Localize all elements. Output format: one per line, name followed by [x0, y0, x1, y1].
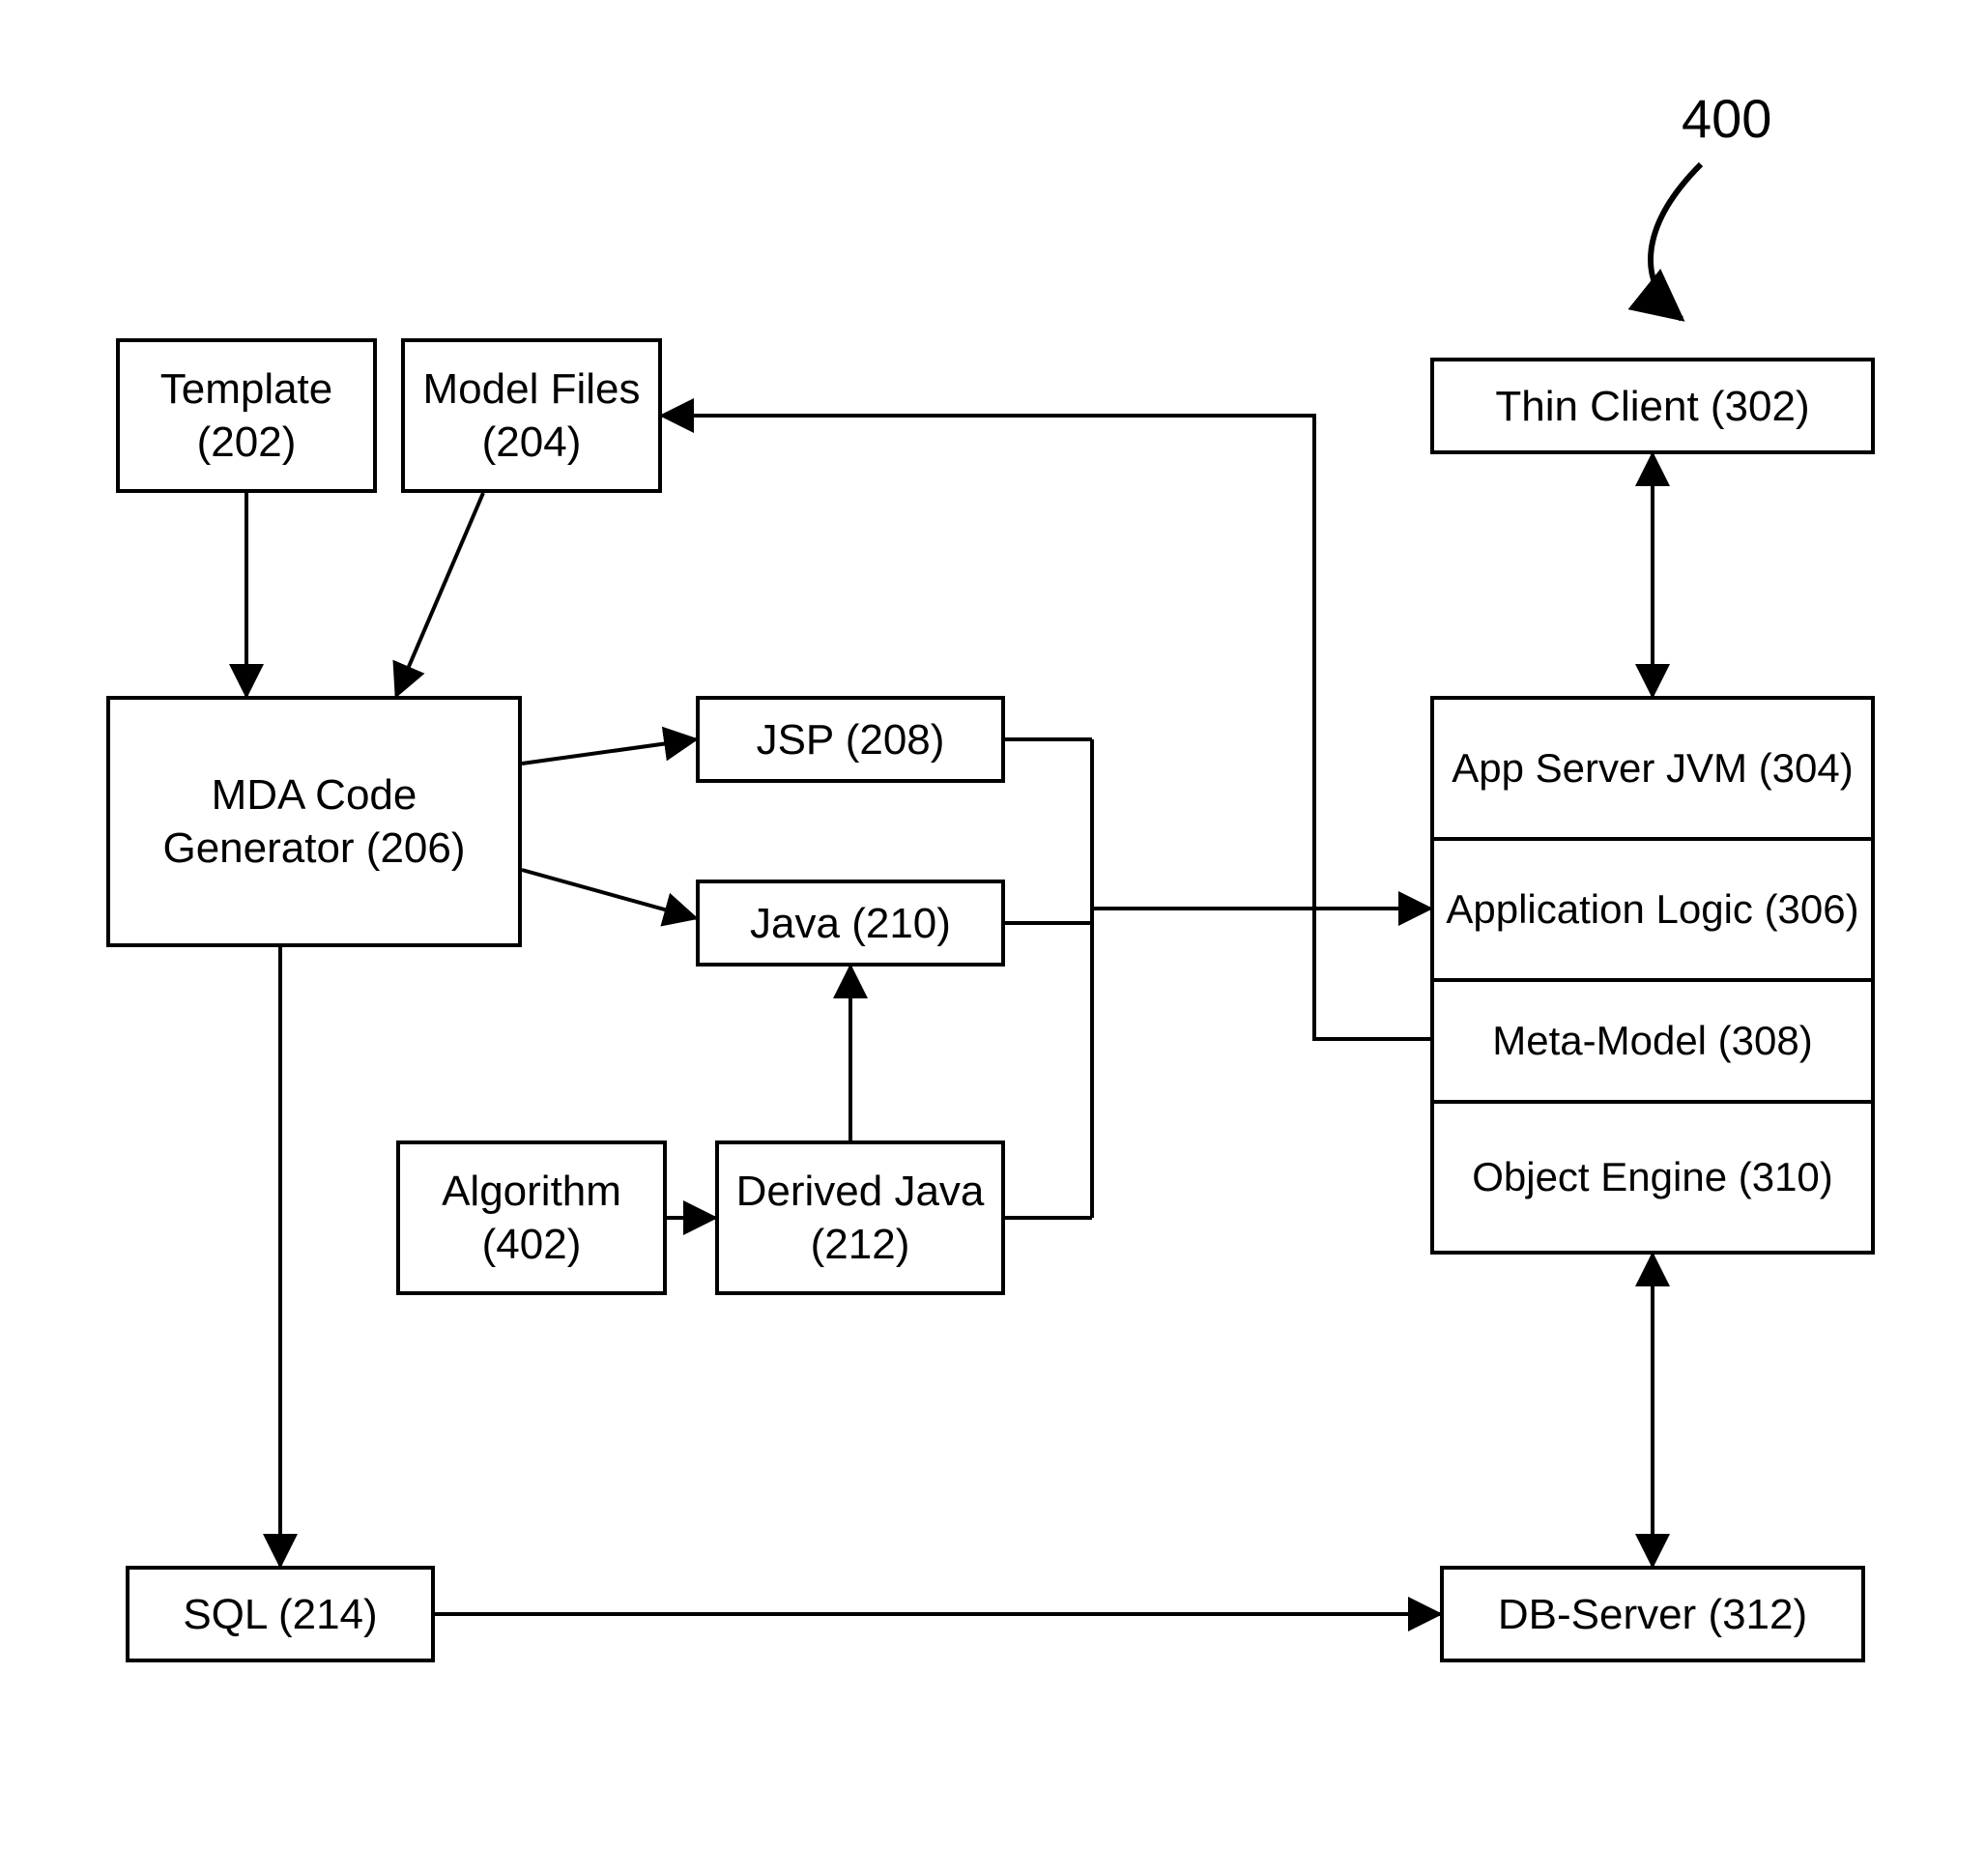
box-java: Java (210) [696, 880, 1005, 967]
box-sql: SQL (214) [126, 1566, 435, 1662]
box-algorithm: Algorithm (402) [396, 1140, 667, 1295]
box-meta-model: Meta-Model (308) [1430, 978, 1875, 1104]
box-object-engine: Object Engine (310) [1430, 1100, 1875, 1255]
box-app-logic: Application Logic (306) [1430, 837, 1875, 982]
box-thin-client: Thin Client (302) [1430, 358, 1875, 454]
diagram-canvas: 400 Template (202) Model Files (204) MDA… [0, 0, 1985, 1876]
box-db-server: DB-Server (312) [1440, 1566, 1865, 1662]
box-mda: MDA Code Generator (206) [106, 696, 522, 947]
box-app-server: App Server JVM (304) [1430, 696, 1875, 841]
box-model-files: Model Files (204) [401, 338, 662, 493]
box-derived-java: Derived Java (212) [715, 1140, 1005, 1295]
figure-number: 400 [1682, 87, 1771, 150]
box-template: Template (202) [116, 338, 377, 493]
box-jsp: JSP (208) [696, 696, 1005, 783]
